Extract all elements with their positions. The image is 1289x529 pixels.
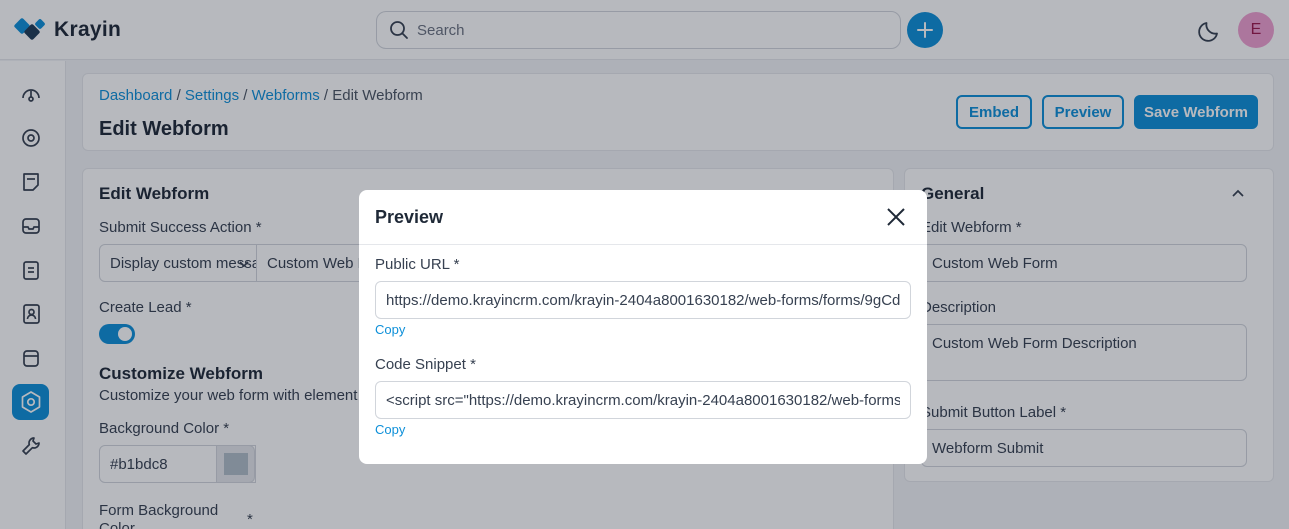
modal-header: Preview xyxy=(359,190,927,245)
copy-code-snippet-link[interactable]: Copy xyxy=(375,422,405,437)
code-snippet-input[interactable] xyxy=(375,381,911,419)
close-icon[interactable] xyxy=(884,205,908,229)
code-snippet-label: Code Snippet * xyxy=(375,356,476,373)
modal-title: Preview xyxy=(375,207,444,227)
public-url-input[interactable] xyxy=(375,281,911,319)
copy-public-url-link[interactable]: Copy xyxy=(375,322,405,337)
public-url-label: Public URL * xyxy=(375,256,460,273)
preview-modal: Preview Public URL * Copy Code Snippet *… xyxy=(359,190,927,464)
